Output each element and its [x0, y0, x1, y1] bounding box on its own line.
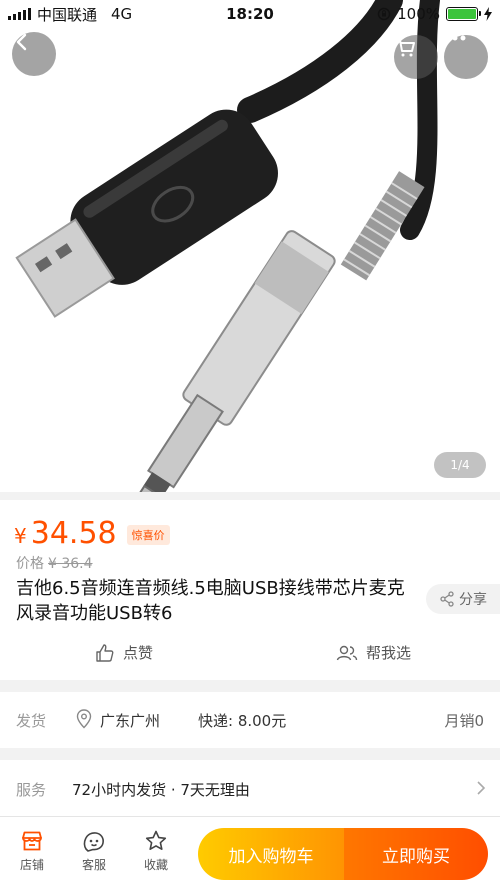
- monthly-sales: 月销0: [444, 712, 484, 730]
- status-bar: 中国联通 4G 18:20 100%: [0, 0, 500, 28]
- bottom-action-bar: 店铺 客服 收藏 加入购物车 立即购买: [0, 816, 500, 889]
- battery-percent: 100%: [397, 5, 440, 23]
- store-tab[interactable]: 店铺: [12, 829, 52, 873]
- original-price-label: 价格: [16, 556, 44, 572]
- like-label: 点赞: [123, 644, 154, 662]
- help-me-choose-button[interactable]: 帮我选: [336, 642, 411, 663]
- price: 34.58: [30, 516, 117, 551]
- customer-service-label: 客服: [81, 858, 106, 872]
- store-label: 店铺: [19, 858, 44, 872]
- like-button[interactable]: 点赞: [95, 642, 153, 663]
- orientation-lock-icon: [377, 7, 391, 21]
- store-icon: [22, 831, 42, 851]
- shipping-label: 发货: [16, 712, 47, 730]
- thumbs-up-icon: [96, 643, 114, 662]
- network-type: 4G: [111, 5, 133, 23]
- shipping-fee: 快递: 8.00元: [198, 712, 287, 730]
- service-text: 72小时内发货 · 7天无理由: [72, 781, 250, 799]
- original-price: ¥ 36.4: [48, 556, 93, 572]
- deal-badge: 惊喜价: [126, 525, 170, 545]
- favorite-label: 收藏: [143, 858, 168, 872]
- star-icon: [145, 830, 167, 850]
- buy-now-button[interactable]: 立即购买: [344, 828, 488, 880]
- add-to-cart-button[interactable]: 加入购物车: [198, 828, 344, 880]
- shipping-row[interactable]: 发货 广东广州 快递: 8.00元 月销0: [0, 692, 500, 748]
- ship-from-location: 广东广州: [100, 712, 161, 730]
- help-me-choose-label: 帮我选: [366, 644, 412, 662]
- price-row: ¥ 34.58 惊喜价: [14, 516, 170, 551]
- currency-symbol: ¥: [14, 524, 27, 548]
- people-icon: [336, 645, 358, 660]
- original-price-row: 价格 ¥ 36.4: [16, 553, 93, 573]
- carrier-name: 中国联通: [37, 5, 98, 24]
- customer-service-tab[interactable]: 客服: [74, 829, 114, 873]
- chevron-right-icon: [477, 781, 486, 795]
- gallery-pager: 1/4: [434, 452, 486, 478]
- product-image-gallery[interactable]: 1/4: [0, 0, 500, 492]
- cart-button[interactable]: [394, 35, 438, 79]
- back-icon: [16, 33, 27, 51]
- location-icon: [76, 709, 92, 729]
- product-info-card: ¥ 34.58 惊喜价 价格 ¥ 36.4 吉他6.5音频连音频线.5电脑USB接…: [0, 500, 500, 680]
- service-label: 服务: [16, 781, 47, 799]
- share-icon: [440, 591, 454, 607]
- share-button[interactable]: 分享: [426, 584, 500, 614]
- product-title: 吉他6.5音频连音频线.5电脑USB接线带芯片麦克风录音功能USB转6: [16, 578, 405, 624]
- cart-icon: [397, 39, 415, 57]
- signal-icon: [8, 8, 31, 20]
- customer-service-icon: [83, 832, 104, 852]
- more-button[interactable]: [444, 35, 488, 79]
- favorite-tab[interactable]: 收藏: [136, 829, 176, 873]
- charging-icon: [484, 7, 492, 21]
- more-icon: [444, 35, 466, 41]
- service-row[interactable]: 服务 72小时内发货 · 7天无理由: [0, 760, 500, 816]
- share-label: 分享: [459, 592, 487, 608]
- battery-icon: [446, 7, 481, 21]
- back-button[interactable]: [12, 32, 56, 76]
